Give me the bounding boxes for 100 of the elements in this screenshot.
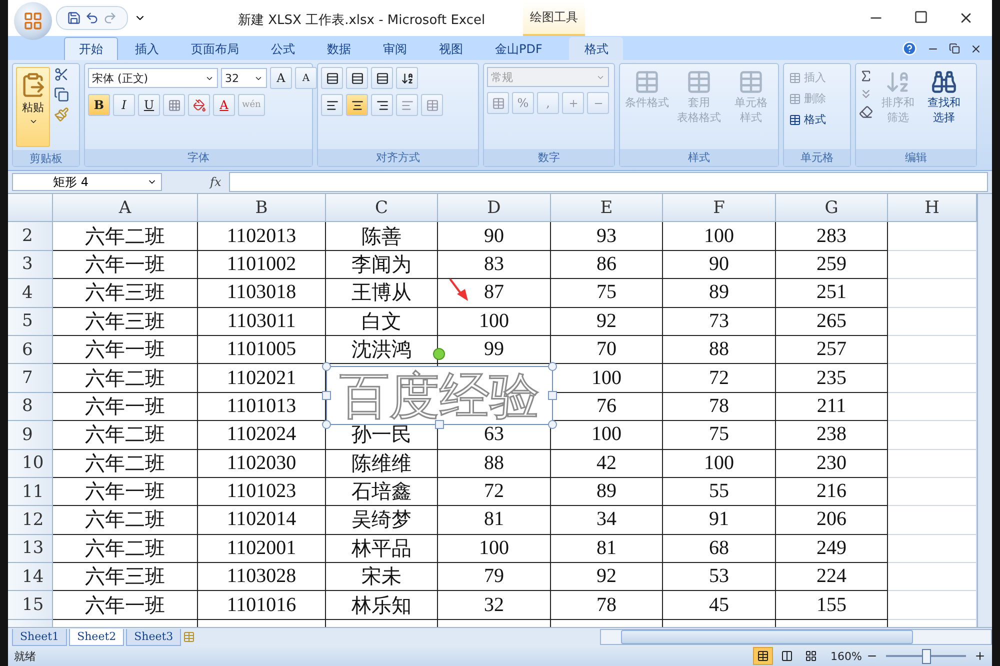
zoom-in-icon[interactable] [974, 650, 986, 662]
table-cell: 70 [551, 336, 663, 364]
shrink-font-button[interactable]: A [295, 67, 317, 89]
row-header[interactable]: 11 [8, 478, 53, 506]
row-header[interactable]: 14 [8, 563, 53, 592]
currency-button[interactable] [487, 92, 509, 114]
resize-handle[interactable] [548, 362, 557, 371]
sheet-tab[interactable]: Sheet1 [12, 628, 68, 646]
fill-color-button[interactable] [188, 94, 210, 116]
close-icon[interactable] [970, 42, 982, 54]
help-icon[interactable] [902, 41, 917, 56]
table-cell: 1103018 [198, 279, 326, 308]
row-header[interactable]: 2 [8, 222, 53, 251]
undo-icon[interactable] [85, 11, 99, 25]
maximize-icon[interactable] [914, 10, 928, 24]
ribbon-tab[interactable]: 页面布局 [176, 37, 254, 60]
row-header[interactable]: 10 [8, 450, 53, 478]
align-top-button[interactable] [321, 67, 343, 89]
sheet-tab[interactable]: Sheet3 [126, 628, 182, 646]
align-button[interactable] [346, 94, 368, 116]
align-middle-button[interactable] [346, 67, 368, 89]
office-button[interactable] [14, 2, 52, 40]
resize-handle[interactable] [548, 391, 557, 400]
align-button[interactable] [321, 94, 343, 116]
save-icon[interactable] [67, 11, 81, 25]
resize-handle[interactable] [548, 420, 557, 429]
align-button[interactable] [371, 94, 393, 116]
lines-icon [326, 72, 338, 84]
ribbon-tab[interactable]: 数据 [312, 37, 366, 60]
ribbon-tab[interactable]: 视图 [424, 37, 478, 60]
scrollbar-thumb[interactable] [621, 630, 913, 644]
paste-button[interactable]: 粘贴 [16, 67, 50, 147]
row-header[interactable]: 6 [8, 336, 53, 364]
eraser-icon[interactable] [859, 105, 873, 119]
layout-icon [804, 650, 817, 662]
ribbon-tab[interactable]: 审阅 [368, 37, 422, 60]
row-header[interactable]: 7 [8, 364, 53, 393]
row-header[interactable]: 15 [8, 591, 53, 620]
orientation-button[interactable] [396, 67, 418, 89]
resize-handle[interactable] [322, 420, 331, 429]
ribbon-tab[interactable]: 插入 [120, 37, 174, 60]
font-color-button[interactable]: A [213, 94, 235, 116]
table-cell: 88 [663, 336, 776, 364]
table-icon [789, 72, 801, 84]
column-header[interactable]: A [53, 194, 198, 222]
column-header[interactable]: E [551, 194, 663, 222]
formula-field[interactable] [229, 172, 988, 192]
row-header[interactable]: 9 [8, 421, 53, 450]
function-label[interactable]: fx [210, 175, 222, 189]
table-icon [789, 114, 801, 126]
font-style-button[interactable]: B [88, 94, 110, 116]
font-name-field[interactable]: 宋体 (正文) [88, 68, 218, 88]
resize-handle[interactable] [435, 420, 444, 429]
row-header[interactable]: 12 [8, 506, 53, 535]
font-style-button[interactable]: U [138, 94, 160, 116]
row-header[interactable]: 13 [8, 534, 53, 564]
column-header[interactable]: D [438, 194, 551, 222]
column-header[interactable]: B [198, 194, 326, 222]
row-header[interactable]: 4 [8, 279, 53, 308]
table-cell: 陈善 [326, 222, 438, 251]
table-cell: 75 [551, 279, 663, 308]
borders-button[interactable] [163, 94, 185, 116]
row-header[interactable]: 3 [8, 250, 53, 280]
row-header[interactable]: 8 [8, 392, 53, 422]
table-cell: 1101005 [198, 336, 326, 364]
table-cell: 32 [438, 591, 551, 620]
table-cell: 100 [663, 222, 776, 251]
cut-icon[interactable] [54, 67, 69, 82]
view-button[interactable] [752, 647, 773, 665]
sheet-tab[interactable]: Sheet2 [69, 628, 124, 646]
vertical-scrollbar[interactable] [977, 194, 992, 627]
column-header[interactable]: G [776, 194, 888, 222]
table-cell: 81 [438, 506, 551, 535]
copy-icon[interactable] [54, 87, 69, 102]
ribbon-tab[interactable]: 金山PDF [480, 37, 558, 60]
rotation-handle[interactable] [433, 348, 445, 360]
cells-menu-button[interactable]: 格式 [787, 109, 828, 130]
font-style-button[interactable]: I [113, 94, 135, 116]
restore-icon[interactable] [949, 43, 960, 54]
zoom-slider-thumb[interactable] [922, 648, 931, 664]
ribbon-tab[interactable]: 公式 [256, 37, 310, 60]
merge-button[interactable] [421, 94, 443, 116]
name-box[interactable]: 矩形 4 [12, 173, 162, 191]
align-bottom-button[interactable] [371, 67, 393, 89]
column-header[interactable]: C [326, 194, 438, 222]
column-header[interactable]: F [663, 194, 776, 222]
column-header[interactable]: H [888, 194, 977, 222]
table-cell: 六年一班 [53, 478, 198, 506]
resize-handle[interactable] [322, 391, 331, 400]
resize-handle[interactable] [322, 362, 331, 371]
group-label: 数字 [484, 149, 614, 166]
ribbon-tab[interactable]: 格式 [569, 37, 624, 60]
editing-button[interactable]: 查找和 选择 [923, 67, 965, 146]
row-header[interactable]: 5 [8, 308, 53, 336]
sum-icon[interactable] [859, 69, 873, 83]
ribbon-tab[interactable]: 开始 [64, 37, 118, 60]
grow-font-button[interactable]: A [270, 67, 292, 89]
horizontal-scrollbar[interactable] [600, 629, 992, 645]
caret-icon [28, 117, 38, 126]
font-size-field[interactable]: 32 [221, 68, 267, 88]
